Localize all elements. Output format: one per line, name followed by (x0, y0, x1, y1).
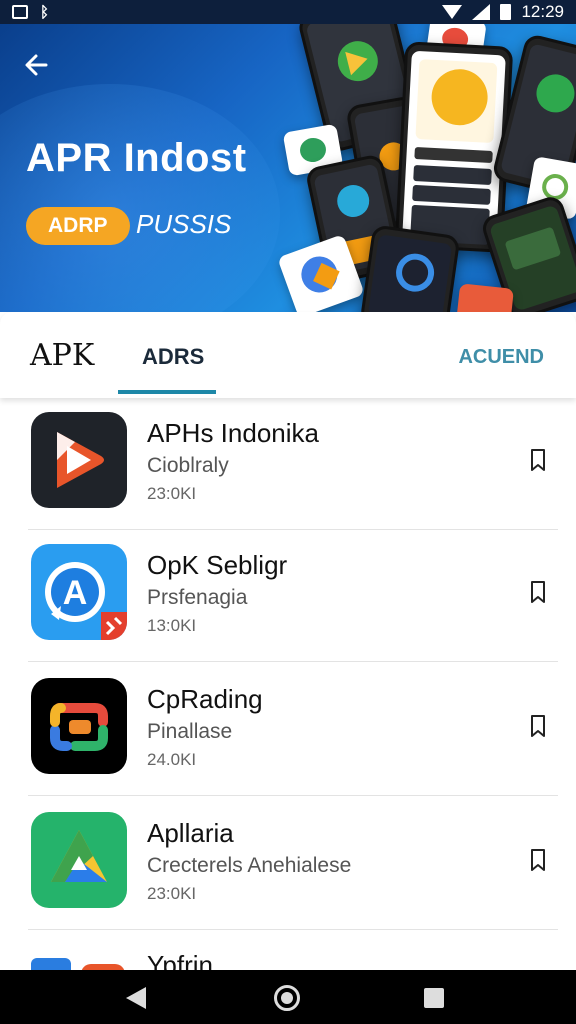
bookmark-icon[interactable] (530, 848, 546, 872)
app-name: Apllaria (147, 818, 234, 848)
svg-text:A: A (63, 574, 88, 612)
bookmark-icon[interactable] (530, 714, 546, 738)
play-icon (31, 412, 127, 508)
hero-glow (0, 84, 280, 312)
tab-apps[interactable]: ADRS (142, 344, 204, 370)
partial-app-icon (31, 944, 127, 970)
tab-brand[interactable]: APK (30, 338, 94, 373)
app-size: 13:0KI (147, 616, 197, 635)
status-bar: ᛒ 12:29 (0, 0, 576, 24)
notification-icon (12, 5, 28, 19)
system-nav-bar (0, 970, 576, 1024)
app-name: OpK Sebligr (147, 550, 288, 580)
bookmark-icon[interactable] (530, 448, 546, 472)
tab-active-indicator (118, 390, 216, 394)
list-item[interactable]: A OpK Sebligr Prsfenagia 13:0KI (28, 530, 558, 662)
hero-subtitle: PUSSIS (136, 209, 232, 239)
app-category: Pinallase (147, 720, 233, 743)
nav-back-icon[interactable] (126, 987, 146, 1009)
app-size: 23:0KI (147, 884, 197, 903)
app-name: CpRading (147, 684, 263, 714)
app-name: APHs Indonika (147, 418, 319, 448)
triangle-drive-icon (31, 812, 127, 908)
hero-card-illustration (456, 283, 514, 312)
app-name: Ypfrin (147, 950, 213, 970)
tab-bar: APK ADRS ACUEND (0, 312, 576, 398)
app-category: Cioblraly (147, 454, 229, 477)
bluetooth-icon: ᛒ (40, 3, 50, 21)
app-list: APHs Indonika Cioblraly 23:0KI A OpK Seb… (0, 398, 576, 970)
loop-icon (31, 678, 127, 774)
status-time: 12:29 (521, 2, 564, 21)
back-arrow-icon[interactable] (22, 50, 52, 80)
hero-phone-illustration (359, 224, 461, 312)
app-size: 23:0KI (147, 484, 197, 503)
hero-title: APR Indost (26, 136, 247, 180)
battery-icon (500, 4, 512, 20)
hero-pill-button[interactable]: ADRP (26, 207, 130, 245)
signal-icon (472, 4, 491, 20)
list-item[interactable]: APHs Indonika Cioblraly 23:0KI (28, 398, 558, 530)
compass-a-icon: A (31, 544, 127, 640)
hero-banner: APR Indost ADRP PUSSIS (0, 24, 576, 312)
app-category: Prsfenagia (147, 586, 248, 609)
list-item[interactable]: Apllaria Crecterels Anehialese 23:0KI (28, 798, 558, 930)
nav-home-icon[interactable] (274, 985, 300, 1011)
nav-recents-icon[interactable] (424, 988, 444, 1008)
list-item[interactable]: CpRading Pinallase 24.0KI (28, 664, 558, 796)
tab-right[interactable]: ACUEND (458, 346, 544, 369)
app-size: 24.0KI (147, 750, 197, 769)
app-category: Crecterels Anehialese (147, 854, 352, 877)
list-item[interactable]: Ypfrin (28, 930, 558, 970)
bookmark-icon[interactable] (530, 580, 546, 604)
wifi-icon (442, 5, 463, 19)
